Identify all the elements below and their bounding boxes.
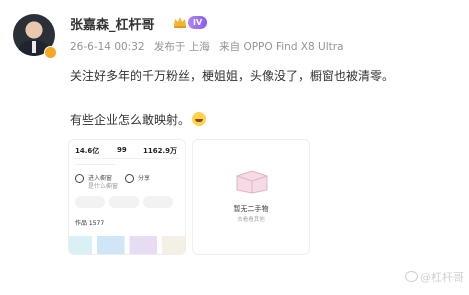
verified-v-icon [44, 46, 57, 59]
watermark: @杠杆哥 [405, 269, 464, 285]
watermark-text: @杠杆哥 [420, 271, 464, 284]
img1-button2 [109, 196, 139, 208]
img1-divider [75, 158, 179, 159]
img1-stat2: 99 [117, 146, 127, 154]
img1-thumbnail-strip [69, 236, 185, 254]
empty-title: 暂无二手物 [233, 205, 269, 213]
img1-stat1: 14.6亿 [75, 147, 100, 155]
empty-box-icon [236, 170, 268, 194]
post-image-empty[interactable]: 暂无二手物 去看看其他 [192, 139, 310, 255]
post-meta: 26-6-14 00:32 发布于 上海 来自 OPPO Find X8 Ult… [70, 39, 350, 54]
img1-count: 作品 1577 [75, 220, 105, 227]
img1-cart-icon [75, 174, 84, 183]
weibo-logo-icon [405, 271, 418, 282]
post-text-line1: 关注好多年的千万粉丝，梗姐姐，头像没了，橱窗也被清零。 [70, 69, 395, 83]
avatar-tie-shape [32, 41, 36, 53]
post-date[interactable]: 26-6-14 00:32 [70, 41, 145, 53]
post-text-line2-content: 有些企业怎么敢映射。 [70, 113, 191, 127]
post-image-profile[interactable]: 14.6亿 99 1162.9万 进入橱窗 是什么橱窗 分享 作品 1577 [68, 139, 186, 255]
img1-button3 [143, 196, 173, 208]
empty-subtitle: 去看看其他 [237, 217, 265, 223]
img1-tag2: 分享 [138, 175, 151, 182]
post-location: 发布于 上海 [153, 41, 210, 53]
post-source: 来自 OPPO Find X8 Ultra [219, 41, 344, 53]
img1-share-icon [125, 174, 134, 183]
img1-button1 [75, 196, 105, 208]
img1-bio-placeholder [75, 164, 115, 165]
level-badge: IV [188, 16, 208, 29]
laugh-emoji-icon [192, 112, 207, 126]
crown-icon [174, 17, 186, 28]
post-text-line2: 有些企业怎么敢映射。 [70, 111, 207, 128]
author-name[interactable]: 张嘉森_杠杆哥 [70, 14, 155, 33]
img1-stat3: 1162.9万 [143, 147, 178, 155]
img1-tag1-sub: 是什么橱窗 [88, 183, 119, 190]
